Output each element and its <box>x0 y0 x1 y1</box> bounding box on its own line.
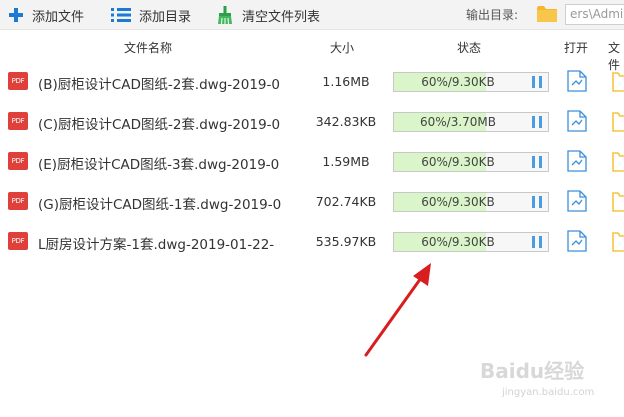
watermark-main: Baidu经验 <box>480 359 585 383</box>
watermark-sub: jingyan.baidu.com <box>502 387 595 398</box>
baidu-watermark: Baidu经验 jingyan.baidu.com <box>480 355 620 410</box>
